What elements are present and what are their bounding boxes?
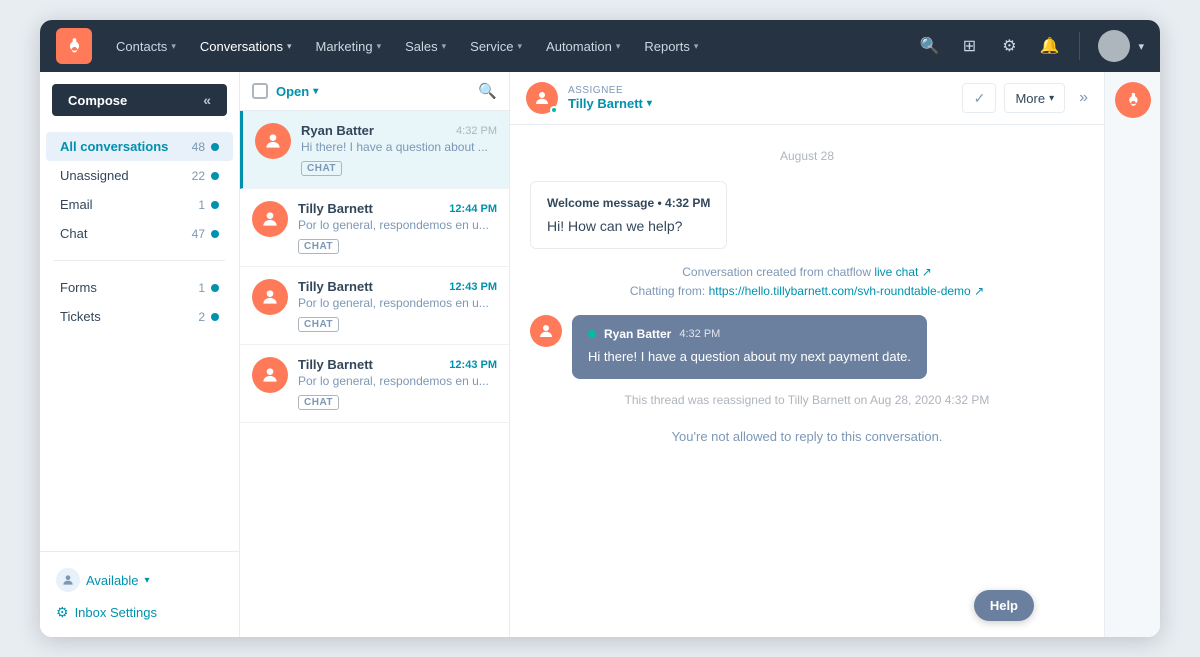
more-actions-button[interactable]: More ▾ [1004, 83, 1065, 113]
nav-item-automation[interactable]: Automation ▾ [534, 33, 632, 60]
nav-item-service[interactable]: Service ▾ [458, 33, 534, 60]
assignee-name[interactable]: Tilly Barnett ▾ [568, 96, 952, 111]
bubble-text: Hi there! I have a question about my nex… [588, 347, 911, 367]
conv-body: Tilly Barnett 12:43 PM Por lo general, r… [298, 279, 497, 332]
sender-online-dot [588, 330, 596, 338]
welcome-message-header: Welcome message • 4:32 PM [547, 196, 710, 210]
nav-item-sales[interactable]: Sales ▾ [393, 33, 458, 60]
chat-actions: ✓ More ▾ [962, 83, 1065, 113]
reassign-message: This thread was reassigned to Tilly Barn… [530, 393, 1084, 407]
hubspot-logo[interactable] [56, 28, 92, 64]
chat-body: August 28 Welcome message • 4:32 PM Hi! … [510, 125, 1104, 637]
sidebar: Compose « All conversations 48 Unassigne… [40, 72, 240, 637]
conv-list-header: Open ▾ 🔍 [240, 72, 509, 111]
chevron-down-icon: ▾ [1049, 93, 1054, 104]
nav-item-reports[interactable]: Reports ▾ [632, 33, 710, 60]
sidebar-item-email[interactable]: Email 1 [46, 190, 233, 219]
unread-dot [211, 284, 219, 292]
chevron-down-icon: ▾ [616, 41, 621, 52]
conv-body: Tilly Barnett 12:44 PM Por lo general, r… [298, 201, 497, 254]
sidebar-item-all-conversations[interactable]: All conversations 48 [46, 132, 233, 161]
bubble-header: Ryan Batter 4:32 PM [588, 327, 911, 341]
available-status-button[interactable]: Available ▾ [52, 564, 227, 596]
chevron-down-icon: ▾ [377, 41, 382, 52]
conv-body: Tilly Barnett 12:43 PM Por lo general, r… [298, 357, 497, 410]
sidebar-item-forms[interactable]: Forms 1 [46, 273, 233, 302]
unread-dot [211, 230, 219, 238]
search-icon-button[interactable]: 🔍 [913, 30, 945, 62]
nav-right: 🔍 ⊞ ⚙ 🔔 ▾ [913, 30, 1144, 62]
search-conversations-button[interactable]: 🔍 [478, 82, 497, 100]
chevron-down-icon: ▾ [647, 98, 652, 109]
sidebar-item-chat[interactable]: Chat 47 [46, 219, 233, 248]
chat-bubble-row: Ryan Batter 4:32 PM Hi there! I have a q… [530, 315, 1084, 379]
sidebar-item-tickets[interactable]: Tickets 2 [46, 302, 233, 331]
compose-button[interactable]: Compose « [52, 84, 227, 116]
inbox-settings-button[interactable]: ⚙ Inbox Settings [52, 596, 227, 625]
conv-item-ryan-batter[interactable]: Ryan Batter 4:32 PM Hi there! I have a q… [240, 111, 509, 189]
assignee-info: Assignee Tilly Barnett ▾ [568, 85, 952, 111]
conv-item-tilly-2[interactable]: Tilly Barnett 12:43 PM Por lo general, r… [240, 267, 509, 345]
conv-avatar [252, 279, 288, 315]
sidebar-section-secondary: Forms 1 Tickets 2 [40, 269, 239, 335]
date-divider: August 28 [530, 149, 1084, 163]
no-reply-message: You're not allowed to reply to this conv… [530, 421, 1084, 452]
chat-bubble: Ryan Batter 4:32 PM Hi there! I have a q… [572, 315, 927, 379]
gear-icon: ⚙ [56, 604, 69, 621]
system-message-chatflow: Conversation created from chatflow live … [530, 263, 1084, 301]
nav-items: Contacts ▾ Conversations ▾ Marketing ▾ S… [104, 33, 913, 60]
sidebar-section-main: All conversations 48 Unassigned 22 Email… [40, 128, 239, 252]
help-button[interactable]: Help [974, 590, 1034, 621]
main-layout: Compose « All conversations 48 Unassigne… [40, 72, 1160, 637]
chevron-down-icon: ▾ [287, 41, 292, 52]
conversation-list: Open ▾ 🔍 Ryan Batter 4:32 PM Hi there! I… [240, 72, 510, 637]
conv-avatar [252, 357, 288, 393]
notifications-icon-button[interactable]: 🔔 [1033, 30, 1065, 62]
available-chevron: ▾ [145, 575, 150, 586]
sidebar-footer: Available ▾ ⚙ Inbox Settings [40, 551, 239, 637]
chevron-down-icon: ▾ [694, 41, 699, 52]
unread-dot [211, 143, 219, 151]
sender-avatar [530, 315, 562, 347]
unread-dot [211, 201, 219, 209]
collapse-icon: « [203, 92, 211, 108]
top-nav: Contacts ▾ Conversations ▾ Marketing ▾ S… [40, 20, 1160, 72]
avatar-chevron[interactable]: ▾ [1138, 40, 1144, 53]
chevron-down-icon: ▾ [442, 41, 447, 52]
online-status-dot [550, 106, 558, 114]
conv-item-tilly-3[interactable]: Tilly Barnett 12:43 PM Por lo general, r… [240, 345, 509, 423]
settings-icon-button[interactable]: ⚙ [993, 30, 1025, 62]
unread-dot [211, 172, 219, 180]
conv-avatar [252, 201, 288, 237]
chat-header: Assignee Tilly Barnett ▾ ✓ More ▾ » [510, 72, 1104, 125]
select-all-checkbox[interactable] [252, 83, 268, 99]
chevron-down-icon: ▾ [518, 41, 523, 52]
nav-item-contacts[interactable]: Contacts ▾ [104, 33, 188, 60]
assignee-avatar [526, 82, 558, 114]
chevron-down-icon: ▾ [171, 41, 176, 52]
chatting-url-link[interactable]: https://hello.tillybarnett.com/svh-round… [709, 284, 985, 298]
welcome-message-card: Welcome message • 4:32 PM Hi! How can we… [530, 181, 727, 249]
agent-icon [56, 568, 80, 592]
nav-item-conversations[interactable]: Conversations ▾ [188, 33, 304, 60]
hubspot-right-icon[interactable] [1115, 82, 1151, 118]
unread-dot [211, 313, 219, 321]
chat-main: Assignee Tilly Barnett ▾ ✓ More ▾ » [510, 72, 1104, 637]
collapse-panel-button[interactable]: » [1079, 89, 1088, 107]
conv-body: Ryan Batter 4:32 PM Hi there! I have a q… [301, 123, 497, 176]
conv-avatar [255, 123, 291, 159]
sidebar-item-unassigned[interactable]: Unassigned 22 [46, 161, 233, 190]
user-avatar[interactable] [1098, 30, 1130, 62]
conv-item-tilly-1[interactable]: Tilly Barnett 12:44 PM Por lo general, r… [240, 189, 509, 267]
sidebar-divider [54, 260, 225, 261]
resolve-button[interactable]: ✓ [962, 83, 996, 113]
nav-item-marketing[interactable]: Marketing ▾ [303, 33, 393, 60]
right-panel [1104, 72, 1160, 637]
welcome-message-body: Hi! How can we help? [547, 218, 710, 234]
nav-divider [1079, 32, 1080, 60]
live-chat-link[interactable]: live chat ↗ [874, 265, 931, 279]
status-filter[interactable]: Open ▾ [276, 84, 318, 99]
grid-icon-button[interactable]: ⊞ [953, 30, 985, 62]
chevron-down-icon: ▾ [313, 86, 318, 97]
